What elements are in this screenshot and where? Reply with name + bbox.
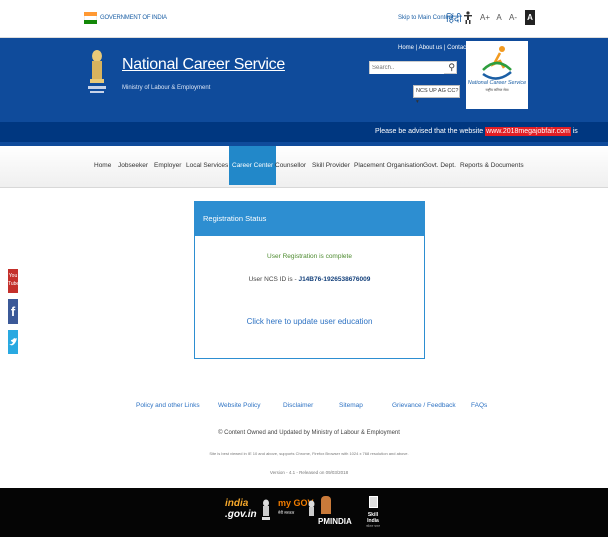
pm-emblem-icon [308, 500, 315, 516]
ncs-logo[interactable]: National Career Service राष्ट्रीय करियर … [466, 41, 528, 109]
skill-india-text: Skill India [367, 512, 379, 524]
ncs-logo-text: National Career Service [467, 80, 527, 86]
ncs-logo-icon [482, 46, 512, 80]
footer-link-faqs[interactable]: FAQs [471, 402, 487, 409]
registration-complete-message: User Registration is complete [267, 253, 352, 260]
government-of-india-label: GOVERNMENT OF INDIA [100, 15, 167, 21]
ncs-id-value: J14B76-1926538676009 [298, 276, 371, 283]
footer-link-disclaimer[interactable]: Disclaimer [283, 402, 313, 409]
nav-item-home[interactable]: Home [94, 162, 111, 169]
main-navigation: Home Jobseeker Employer Local Services C… [0, 146, 608, 188]
india-gov-text: india [225, 498, 249, 509]
search-icon[interactable]: ⚲ [448, 62, 455, 73]
india-gov-domain: .gov.in [225, 509, 257, 520]
national-emblem-icon [88, 50, 106, 93]
site-title-link[interactable]: National Career Service [122, 56, 285, 74]
nav-item-jobseeker[interactable]: Jobseeker [118, 162, 148, 169]
high-contrast-button[interactable]: A [525, 10, 535, 25]
language-select[interactable]: NCS UP AG CC? ▾ [413, 85, 460, 105]
india-gov-logo[interactable]: india .gov.in [225, 498, 257, 520]
site-header: National Career Service Ministry of Labo… [0, 38, 608, 146]
ncs-id-line: User NCS ID is - J14B76-1926538676009 [195, 276, 424, 283]
notice-prefix: Please be advised that the website [375, 128, 484, 135]
twitter-icon[interactable] [8, 330, 18, 354]
registration-status-panel: Registration Status User Registration is… [194, 201, 425, 359]
government-bar: GOVERNMENT OF INDIA Skip to Main Content… [0, 0, 608, 38]
nav-item-placement-organisation[interactable]: Placement Organisation [354, 162, 423, 169]
panel-title: Registration Status [195, 202, 424, 236]
hindi-language-link[interactable]: हिंदी [446, 11, 462, 25]
footer-link-grievance[interactable]: Grievance / Feedback [392, 402, 456, 409]
footer-links: Policy and other Links Website Policy Di… [0, 402, 608, 414]
partner-logos-bar: india .gov.in my GOV मेरी सरकार PMINDIA … [0, 488, 608, 537]
ministry-label: Ministry of Labour & Employment [122, 85, 211, 91]
website-notice: Please be advised that the website www.2… [375, 127, 578, 136]
search-input[interactable] [370, 62, 444, 74]
nav-item-counsellor[interactable]: Counsellor [275, 162, 306, 169]
notice-strip: Please be advised that the website www.2… [0, 122, 608, 142]
nav-item-govt-dept[interactable]: Govt. Dept. [423, 162, 456, 169]
skill-india-icon [368, 496, 378, 508]
ncs-logo-subtext: राष्ट्रीय करियर सेवा [485, 88, 509, 92]
nav-item-skill-provider[interactable]: Skill Provider [312, 162, 350, 169]
font-normal-button[interactable]: A [495, 11, 503, 25]
version-text: Version - 4.1 - Released on 09/03/2018 [269, 470, 349, 475]
font-decrease-button[interactable]: A- [508, 11, 518, 25]
footer-link-website-policy[interactable]: Website Policy [218, 402, 261, 409]
nav-item-local-services[interactable]: Local Services [186, 162, 228, 169]
footer-link-sitemap[interactable]: Sitemap [339, 402, 363, 409]
search-box: ⚲ [369, 61, 457, 74]
youtube-icon[interactable]: You Tube [8, 269, 19, 293]
emblem-logo-icon[interactable] [261, 499, 271, 523]
pm-photo [321, 496, 331, 514]
copyright-text: © Content Owned and Updated by Ministry … [218, 430, 400, 436]
best-view-text: Site is best viewed in IE 10 and above, … [209, 451, 409, 456]
accessibility-icon[interactable] [463, 11, 473, 24]
notice-link[interactable]: www.2018megajobfair.com [485, 127, 571, 136]
update-education-link[interactable]: Click here to update user education [195, 317, 424, 326]
nav-item-career-center[interactable]: Career Center [229, 146, 277, 185]
header-top-links[interactable]: Home | About us | Contact Us [398, 45, 477, 51]
footer-link-policy[interactable]: Policy and other Links [136, 402, 200, 409]
font-increase-button[interactable]: A+ [479, 11, 491, 25]
ncs-id-label: User NCS ID is - [248, 276, 297, 283]
india-flag-icon [84, 12, 97, 24]
notice-suffix: is [572, 128, 578, 135]
pmindia-logo[interactable]: PMINDIA [318, 517, 352, 526]
facebook-icon[interactable]: f [8, 299, 18, 324]
skill-india-subtext: कौशल भारत [366, 524, 380, 528]
nav-item-reports-documents[interactable]: Reports & Documents [460, 162, 524, 169]
nav-item-employer[interactable]: Employer [154, 162, 181, 169]
skill-india-logo[interactable]: Skill India कौशल भारत [362, 496, 384, 528]
